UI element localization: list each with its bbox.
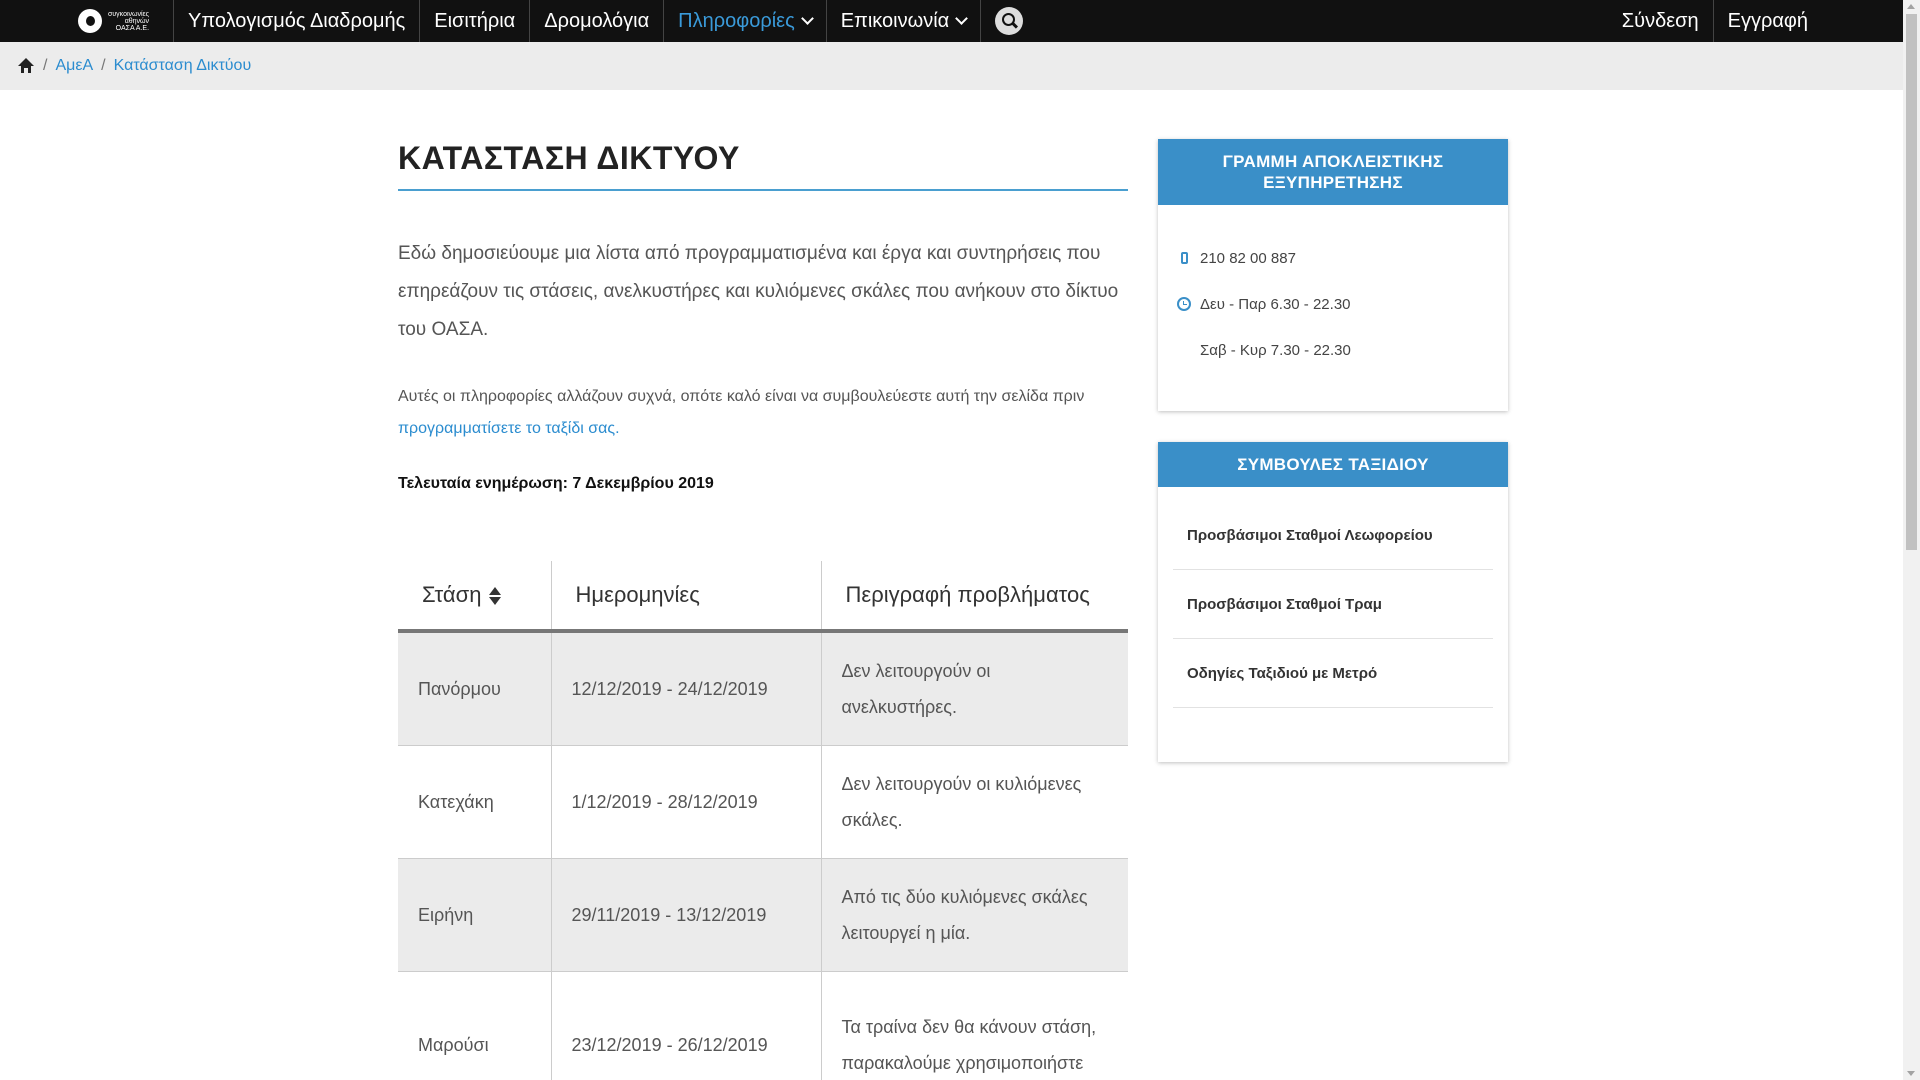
scrollbar-thumb[interactable] <box>1906 14 1917 550</box>
scroll-down-arrow-icon[interactable] <box>1907 1071 1915 1076</box>
nav-routes[interactable]: Δρομολόγια <box>530 0 665 42</box>
column-header-label: Ημερομηνίες <box>575 582 700 607</box>
table-row: Πανόρμου 12/12/2019 - 24/12/2019 Δεν λει… <box>398 631 1128 746</box>
scroll-up-arrow-icon[interactable] <box>1907 4 1915 9</box>
table-row: Ειρήνη 29/11/2019 - 13/12/2019 Από τις δ… <box>398 858 1128 972</box>
info-note-text: Αυτές οι πληροφορίες αλλάζουν συχνά, οπό… <box>398 388 1085 405</box>
station-cell: Μαρούσι <box>398 971 551 1080</box>
tip-link-metro-guide[interactable]: Οδηγίες Ταξιδιού με Μετρό <box>1173 639 1493 708</box>
description-cell: Τα τραίνα δεν θα κάνουν στάση, παρακαλού… <box>820 971 1128 1080</box>
nav-route-planner[interactable]: Υπολογισμός Διαδρομής <box>173 0 421 42</box>
logo-text-line: αθηνών <box>124 17 150 25</box>
oasa-logo[interactable]: συγκοινωνίες αθηνών ΟΑΣΑ Α.Ε. <box>78 0 173 42</box>
dates-cell: 12/12/2019 - 24/12/2019 <box>550 631 821 746</box>
clock-icon <box>1177 297 1191 311</box>
column-header-description: Περιγραφή προβλήματος <box>820 561 1128 633</box>
travel-tips-title: ΣΥΜΒΟΥΛΕΣ ΤΑΞΙΔΙΟΥ <box>1158 442 1508 487</box>
hours-weekend: Σαβ - Κυρ 7.30 - 22.30 <box>1200 341 1351 359</box>
hours-weekday: Δευ - Παρ 6.30 - 22.30 <box>1200 295 1351 313</box>
last-updated: Τελευταία ενημέρωση: 7 Δεκεμβρίου 2019 <box>398 475 714 492</box>
nav-information-dropdown[interactable]: Πληροφορίες <box>664 0 827 42</box>
sort-icon[interactable] <box>489 587 502 606</box>
top-navbar: συγκοινωνίες αθηνών ΟΑΣΑ Α.Ε. Υπολογισμό… <box>0 0 1903 42</box>
search-icon <box>995 7 1024 35</box>
dates-cell: 1/12/2019 - 28/12/2019 <box>550 745 821 859</box>
page-scrollbar[interactable] <box>1903 0 1920 1080</box>
oasa-logo-text: συγκοινωνίες αθηνών ΟΑΣΑ Α.Ε. <box>108 11 149 32</box>
phone-number[interactable]: 210 82 00 887 <box>1200 250 1296 267</box>
home-icon[interactable] <box>17 58 35 74</box>
nav-item-label: Πληροφορίες <box>678 9 795 32</box>
logo-text-line: ΟΑΣΑ Α.Ε. <box>115 24 150 32</box>
nav-item-label: Δρομολόγια <box>544 9 650 32</box>
phone-row: 210 82 00 887 <box>1176 235 1508 281</box>
page-viewport: συγκοινωνίες αθηνών ΟΑΣΑ Α.Ε. Υπολογισμό… <box>0 0 1903 1080</box>
register-label: Εγγραφή <box>1727 9 1808 32</box>
column-header-dates: Ημερομηνίες <box>550 561 821 633</box>
table-row: Μαρούσι 23/12/2019 - 26/12/2019 Τα τραίν… <box>398 971 1128 1080</box>
table-header-row: Στάση Ημερομηνίες Περιγραφή προβλήματος <box>398 561 1128 633</box>
nav-tickets[interactable]: Εισιτήρια <box>420 0 531 42</box>
login-link[interactable]: Σύνδεση <box>1608 0 1714 42</box>
breadcrumb: / ΑμεΑ / Κατάσταση Δικτύου <box>0 42 1903 90</box>
breadcrumb-link-amea[interactable]: ΑμεΑ <box>55 57 93 75</box>
travel-tips-list: Προσβάσιμοι Σταθμοί Λεωφορείου Προσβάσιμ… <box>1158 487 1508 708</box>
plan-trip-link[interactable]: προγραμματίσετε το ταξίδι σας. <box>398 420 620 437</box>
breadcrumb-link-network-status[interactable]: Κατάσταση Δικτύου <box>114 57 252 75</box>
breadcrumb-separator: / <box>101 57 106 74</box>
column-header-label: Περιγραφή προβλήματος <box>845 582 1090 607</box>
table-row: Κατεχάκη 1/12/2019 - 28/12/2019 Δεν λειτ… <box>398 745 1128 859</box>
page-title: ΚΑΤΑΣΤΑΣΗ ΔΙΚΤΥΟΥ <box>398 140 1128 191</box>
register-link[interactable]: Εγγραφή <box>1714 0 1822 42</box>
column-header-station[interactable]: Στάση <box>398 561 551 633</box>
customer-service-title: ΓΡΑΜΜΗ ΑΠΟΚΛΕΙΣΤΙΚΗΣ ΕΞΥΠΗΡΕΤΗΣΗΣ <box>1158 139 1508 205</box>
phone-icon <box>1180 252 1188 264</box>
description-cell: Από τις δύο κυλιόμενες σκάλες λειτουργεί… <box>820 858 1128 972</box>
description-cell: Δεν λειτουργούν οι κυλιόμενες σκάλες. <box>820 745 1128 859</box>
chevron-down-icon <box>955 12 969 25</box>
info-note: Αυτές οι πληροφορίες αλλάζουν συχνά, οπό… <box>398 381 1128 445</box>
tip-link-bus-stations[interactable]: Προσβάσιμοι Σταθμοί Λεωφορείου <box>1173 501 1493 570</box>
travel-tips-card: ΣΥΜΒΟΥΛΕΣ ΤΑΞΙΔΙΟΥ Προσβάσιμοι Σταθμοί Λ… <box>1158 442 1508 762</box>
station-cell: Κατεχάκη <box>398 745 551 859</box>
station-cell: Πανόρμου <box>398 631 551 746</box>
intro-paragraph: Εδώ δημοσιεύουμε μια λίστα από προγραμμα… <box>398 243 1119 340</box>
dates-cell: 29/11/2019 - 13/12/2019 <box>550 858 821 972</box>
account-links: Σύνδεση Εγγραφή <box>1608 0 1822 42</box>
hours-weekday-row: Δευ - Παρ 6.30 - 22.30 <box>1176 281 1508 327</box>
hours-weekend-row: Σαβ - Κυρ 7.30 - 22.30 <box>1176 327 1508 373</box>
column-header-label: Στάση <box>422 582 482 607</box>
nav-item-label: Εισιτήρια <box>434 9 516 32</box>
nav-contact-dropdown[interactable]: Επικοινωνία <box>827 0 982 42</box>
login-label: Σύνδεση <box>1621 9 1699 32</box>
station-cell: Ειρήνη <box>398 858 551 972</box>
breadcrumb-separator: / <box>43 57 48 74</box>
nav-item-label: Επικοινωνία <box>840 9 950 32</box>
oasa-logo-mark-icon <box>78 9 102 33</box>
description-cell: Δεν λειτουργούν οι ανελκυστήρες. <box>820 631 1128 746</box>
main-content: ΚΑΤΑΣΤΑΣΗ ΔΙΚΤΥΟΥ Εδώ δημοσιεύουμε μια λ… <box>398 140 1128 1080</box>
dates-cell: 23/12/2019 - 26/12/2019 <box>550 971 821 1080</box>
customer-service-card: ΓΡΑΜΜΗ ΑΠΟΚΛΕΙΣΤΙΚΗΣ ΕΞΥΠΗΡΕΤΗΣΗΣ 210 82… <box>1158 139 1508 411</box>
network-status-table: Στάση Ημερομηνίες Περιγραφή προβλήματος … <box>398 561 1128 1080</box>
chevron-down-icon <box>800 12 814 25</box>
tip-link-tram-stations[interactable]: Προσβάσιμοι Σταθμοί Τραμ <box>1173 570 1493 639</box>
search-button[interactable] <box>981 0 1037 42</box>
logo-text-line: συγκοινωνίες <box>108 10 150 18</box>
nav-item-label: Υπολογισμός Διαδρομής <box>188 9 406 32</box>
